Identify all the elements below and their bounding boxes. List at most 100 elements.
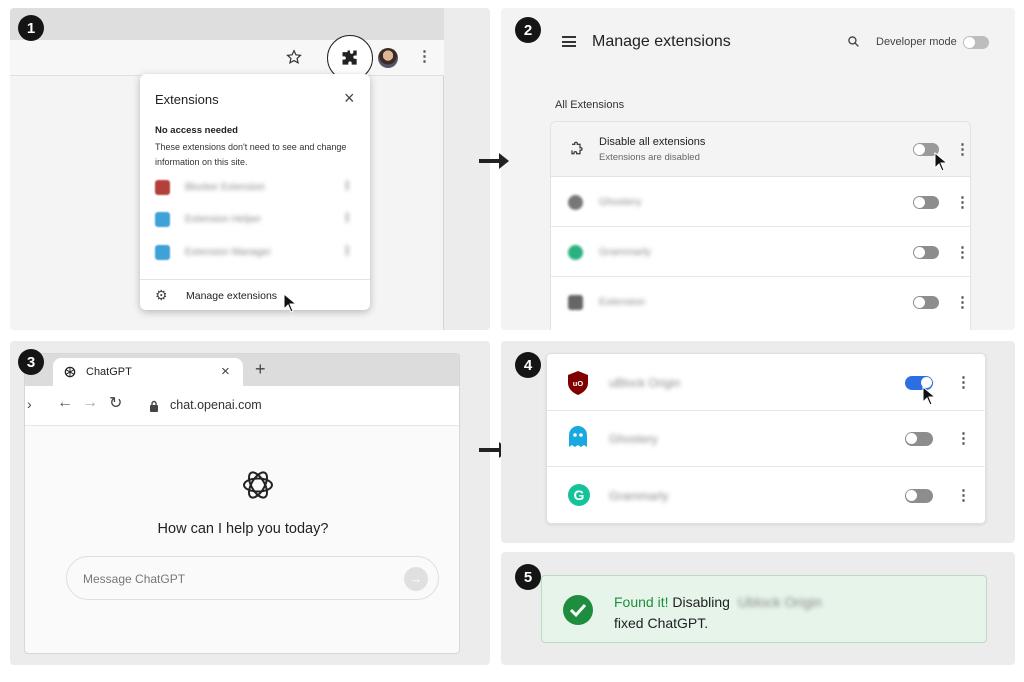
tab-title: ChatGPT <box>86 366 132 378</box>
ext-name: uBlock Origin <box>609 376 681 390</box>
close-icon[interactable]: × <box>344 88 355 109</box>
svg-text:G: G <box>574 487 585 503</box>
ext-name: Grammarly <box>609 489 669 503</box>
url-text[interactable]: chat.openai.com <box>170 398 262 412</box>
disable-all-subtitle: Extensions are disabled <box>599 152 700 163</box>
panel-step-2: Manage extensions Developer mode All Ext… <box>501 8 1015 330</box>
send-button[interactable]: → <box>404 567 428 591</box>
ext-toggle[interactable] <box>913 246 939 259</box>
panel-step-1: ⋮ Extensions × No access needed These ex… <box>10 8 490 330</box>
no-access-title: No access needed <box>155 125 238 136</box>
browser-window: ChatGPT × + › ← → ↻ chat.openai.com How … <box>24 353 460 654</box>
ext-row: Grammarly ⋮ <box>551 227 970 277</box>
ext-icon <box>155 180 170 195</box>
more-menu-icon[interactable]: ⋮ <box>417 49 432 64</box>
message-input[interactable]: Message ChatGPT → <box>66 556 439 600</box>
ext-name: Ghostery <box>599 196 642 208</box>
ext-name: Ghostery <box>609 432 658 446</box>
more-options-icon[interactable]: ⋮ <box>955 142 970 157</box>
step-badge-4: 4 <box>515 352 541 378</box>
manage-extensions-item[interactable]: ⚙ Manage extensions <box>155 287 355 305</box>
ext-row-ublock: uO uBlock Origin ⋮ <box>547 354 987 411</box>
found-text: Found it! <box>614 594 669 610</box>
grammarly-icon <box>568 245 583 260</box>
more-options-icon[interactable]: ⋮ <box>955 195 970 210</box>
disable-all-title: Disable all extensions <box>599 136 706 148</box>
new-tab-icon[interactable]: + <box>255 359 266 380</box>
pin-icon[interactable]: ❙ <box>343 245 351 256</box>
more-options-icon[interactable]: ⋮ <box>956 375 971 390</box>
ext-icon <box>155 245 170 260</box>
tab-chatgpt[interactable]: ChatGPT × <box>53 358 243 386</box>
more-options-icon[interactable]: ⋮ <box>955 245 970 260</box>
reload-icon[interactable]: ↻ <box>109 393 122 413</box>
step-badge-2: 2 <box>515 17 541 43</box>
more-options-icon[interactable]: ⋮ <box>956 488 971 503</box>
message-placeholder: Message ChatGPT <box>83 572 186 586</box>
step-badge-3: 3 <box>18 349 44 375</box>
ext-name: Blocker Extension <box>185 182 266 193</box>
grammarly-icon: G <box>568 484 590 506</box>
extensions-card: Disable all extensions Extensions are di… <box>550 121 971 330</box>
more-options-icon[interactable]: ⋮ <box>955 295 970 310</box>
result-line-1: Found it! Disabling Ublock Origin <box>614 594 822 610</box>
ext-row: Ghostery ⋮ <box>551 177 970 227</box>
cursor-icon <box>283 293 297 313</box>
ext-row-ghostery: Ghostery ⋮ <box>547 411 987 467</box>
grammarly-toggle[interactable] <box>905 489 933 503</box>
step-badge-1: 1 <box>18 15 44 41</box>
pin-icon[interactable]: ❙ <box>343 212 351 223</box>
popup-title: Extensions <box>155 92 219 107</box>
more-options-icon[interactable]: ⋮ <box>956 431 971 446</box>
openai-logo-icon <box>243 471 273 499</box>
disable-all-row: Disable all extensions Extensions are di… <box>551 122 970 177</box>
cursor-icon <box>934 152 948 172</box>
openai-icon <box>64 366 76 378</box>
ext-icon <box>568 295 583 310</box>
check-icon <box>563 595 593 625</box>
gear-icon: ⚙ <box>155 287 168 303</box>
ext-toggle[interactable] <box>913 196 939 209</box>
ext-name: Grammarly <box>599 246 651 258</box>
ghostery-icon <box>568 195 583 210</box>
ext-icon <box>155 212 170 227</box>
ext-row-grammarly: G Grammarly ⋮ <box>547 467 987 524</box>
star-icon[interactable] <box>286 49 302 65</box>
developer-mode-label: Developer mode <box>876 36 957 48</box>
panel-step-5: Found it! Disabling Ublock Origin fixed … <box>501 552 1015 665</box>
step-badge-5: 5 <box>515 564 541 590</box>
extensions-popup: Extensions × No access needed These exte… <box>140 74 370 310</box>
success-banner: Found it! Disabling Ublock Origin fixed … <box>541 575 987 643</box>
popup-ext-item[interactable]: Extension Helper ❙ <box>155 212 355 228</box>
manage-extensions-label: Manage extensions <box>186 290 278 302</box>
ext-name: Ublock Origin <box>737 594 822 610</box>
cursor-icon <box>922 386 936 406</box>
popup-divider <box>140 279 370 280</box>
extensions-card: uO uBlock Origin ⋮ Ghostery ⋮ G Grammarl… <box>546 353 987 524</box>
ext-toggle[interactable] <box>913 296 939 309</box>
close-tab-icon[interactable]: × <box>221 363 230 380</box>
puzzle-icon <box>342 50 357 65</box>
side-panel-icon[interactable]: › <box>27 396 32 412</box>
panel-step-3: ChatGPT × + › ← → ↻ chat.openai.com How … <box>10 341 490 665</box>
section-label: All Extensions <box>555 99 625 111</box>
extension-icon <box>571 141 583 155</box>
back-icon[interactable]: ← <box>57 394 73 412</box>
result-line-2: fixed ChatGPT. <box>614 615 709 631</box>
developer-mode-toggle[interactable] <box>963 36 989 49</box>
panel-step-4: uO uBlock Origin ⋮ Ghostery ⋮ G Grammarl… <box>501 341 1015 543</box>
arrow-right-icon <box>479 153 509 169</box>
svg-text:uO: uO <box>573 379 584 388</box>
search-icon[interactable] <box>847 35 860 48</box>
disabling-text: Disabling <box>668 594 730 610</box>
hamburger-icon[interactable] <box>562 36 576 47</box>
ext-name: Extension Manager <box>185 247 272 258</box>
ext-row: Extension ⋮ <box>551 277 970 327</box>
popup-ext-item[interactable]: Blocker Extension ❙ <box>155 180 355 196</box>
pin-icon[interactable]: ❙ <box>343 180 351 191</box>
toolbar: › ← → ↻ chat.openai.com <box>25 386 459 426</box>
avatar[interactable] <box>378 48 398 68</box>
forward-icon[interactable]: → <box>82 394 98 412</box>
ghostery-toggle[interactable] <box>905 432 933 446</box>
popup-ext-item[interactable]: Extension Manager ❙ <box>155 245 355 261</box>
